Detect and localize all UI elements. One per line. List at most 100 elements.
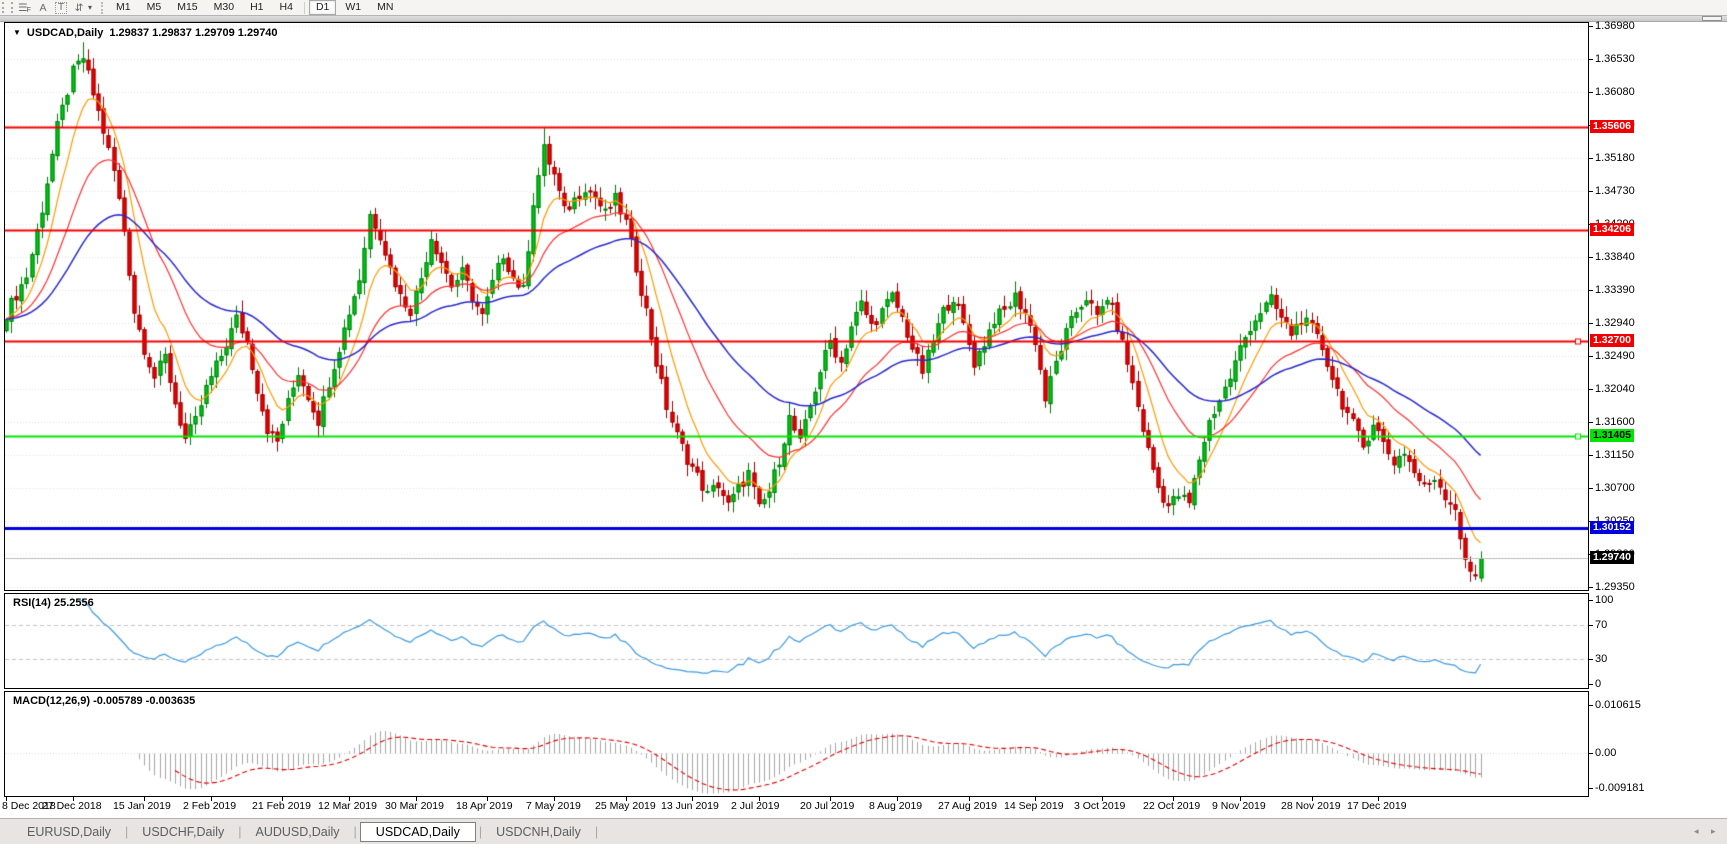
chart-title: ▼USDCAD,Daily1.29837 1.29837 1.29709 1.2… <box>13 27 278 39</box>
rsi-tick: 30 <box>1595 653 1607 666</box>
macd-tick: 0.010615 <box>1595 699 1641 712</box>
chart-symbol-period: USDCAD,Daily <box>27 27 103 39</box>
rsi-tick-tick <box>1589 684 1593 685</box>
rsi-tick-tick <box>1589 659 1593 660</box>
chart-tab-audusd[interactable]: AUDUSD,Daily <box>243 823 353 841</box>
macd-label: MACD(12,26,9) -0.005789 -0.003635 <box>13 695 195 707</box>
timeframe-button-m1[interactable]: M1 <box>109 0 138 15</box>
price-tick: 1.36530 <box>1595 53 1635 66</box>
text-tool-icon[interactable]: A <box>34 1 52 15</box>
toolbar-separator <box>304 2 305 14</box>
macd-tick-tick <box>1589 705 1593 706</box>
price-tick: 1.34730 <box>1595 185 1635 198</box>
price-tick: 1.36980 <box>1595 20 1635 33</box>
chart-scrollbar[interactable] <box>0 15 1727 22</box>
chart-scrollbar-thumb[interactable] <box>1702 16 1722 21</box>
rsi-tick-tick <box>1589 625 1593 626</box>
date-label: 12 Mar 2019 <box>318 800 377 812</box>
macd-tick-tick <box>1589 788 1593 789</box>
date-label: 27 Aug 2019 <box>938 800 997 812</box>
hline-price-label: 1.34206 <box>1590 223 1634 236</box>
price-chart-panel: ▼USDCAD,Daily1.29837 1.29837 1.29709 1.2… <box>4 22 1589 591</box>
price-tick: 1.33840 <box>1595 251 1635 264</box>
price-tick: 1.29350 <box>1595 581 1635 594</box>
fibonacci-tool-icon[interactable]: ☰F <box>16 1 34 15</box>
toolbar-grip[interactable] <box>2 2 13 13</box>
chart-tab-usdcad[interactable]: USDCAD,Daily <box>360 822 476 842</box>
price-tick-tick <box>1589 422 1593 423</box>
rsi-tick-tick <box>1589 600 1593 601</box>
hline-price-label: 1.30152 <box>1590 521 1634 534</box>
price-tick-tick <box>1589 158 1593 159</box>
chart-tab-usdchf[interactable]: USDCHF,Daily <box>129 823 237 841</box>
date-label: 20 Jul 2019 <box>800 800 854 812</box>
date-label: 2 Feb 2019 <box>183 800 236 812</box>
date-label: 9 Nov 2019 <box>1212 800 1266 812</box>
date-label: 2 Jul 2019 <box>731 800 779 812</box>
price-chart-canvas[interactable] <box>5 23 1588 590</box>
date-label: 28 Nov 2019 <box>1281 800 1341 812</box>
price-tick: 1.32040 <box>1595 383 1635 396</box>
price-tick-tick <box>1589 356 1593 357</box>
chart-tabs: EURUSD,Daily|USDCHF,Daily|AUDUSD,Daily|U… <box>14 822 599 842</box>
price-tick-tick <box>1589 59 1593 60</box>
hline-price-label: 1.35606 <box>1590 120 1634 133</box>
macd-tick-tick <box>1589 753 1593 754</box>
macd-canvas[interactable] <box>5 692 1588 796</box>
label-tool-icon[interactable]: T <box>52 1 70 15</box>
date-label: 8 Aug 2019 <box>869 800 922 812</box>
timeframe-button-m5[interactable]: M5 <box>140 0 169 15</box>
toolbar-separator <box>101 2 103 14</box>
date-label: 3 Oct 2019 <box>1074 800 1125 812</box>
timeframe-button-mn[interactable]: MN <box>370 0 400 15</box>
timeframe-button-w1[interactable]: W1 <box>338 0 368 15</box>
chart-collapse-icon[interactable]: ▼ <box>13 28 21 37</box>
date-label: 14 Sep 2019 <box>1004 800 1064 812</box>
tabs-scroll-right-icon[interactable]: ▸ <box>1711 826 1716 837</box>
date-label: 21 Feb 2019 <box>252 800 311 812</box>
tabs-scroll-left-icon[interactable]: ◂ <box>1694 826 1699 837</box>
rsi-canvas[interactable] <box>5 594 1588 688</box>
macd-tick: -0.009181 <box>1595 782 1645 795</box>
current-price-label: 1.29740 <box>1590 551 1634 564</box>
price-tick-tick <box>1589 257 1593 258</box>
date-label: 15 Jan 2019 <box>113 800 171 812</box>
date-label: 27 Dec 2018 <box>42 800 102 812</box>
mt4-terminal-window: { "toolbar": { "tools": [ {"id": "fibona… <box>0 0 1727 844</box>
price-tick: 1.36080 <box>1595 86 1635 99</box>
timeframe-button-h1[interactable]: H1 <box>243 0 270 15</box>
rsi-tick: 70 <box>1595 619 1607 632</box>
chart-tab-eurusd[interactable]: EURUSD,Daily <box>14 823 124 841</box>
chart-tab-bar: EURUSD,Daily|USDCHF,Daily|AUDUSD,Daily|U… <box>0 818 1727 844</box>
price-tick-tick <box>1589 587 1593 588</box>
price-tick-tick <box>1589 290 1593 291</box>
price-tick: 1.31150 <box>1595 449 1634 462</box>
timeframes-toolbar: M1M5M15M30H1H4 D1W1MN <box>108 0 401 15</box>
price-tick: 1.35180 <box>1595 152 1635 165</box>
price-tick: 1.31600 <box>1595 416 1635 429</box>
price-tick: 1.32940 <box>1595 317 1635 330</box>
macd-indicator-panel: MACD(12,26,9) -0.005789 -0.003635 <box>4 691 1589 797</box>
price-tick: 1.33390 <box>1595 284 1635 297</box>
timeframe-button-d1[interactable]: D1 <box>309 0 336 15</box>
timeframe-button-h4[interactable]: H4 <box>273 0 300 15</box>
price-tick-tick <box>1589 26 1593 27</box>
price-tick-tick <box>1589 455 1593 456</box>
timeframe-button-m30[interactable]: M30 <box>207 0 241 15</box>
price-tick-tick <box>1589 389 1593 390</box>
macd-tick: 0.00 <box>1595 747 1616 760</box>
price-tick-tick <box>1589 488 1593 489</box>
arrows-tool-icon[interactable]: ⇵ <box>70 1 88 15</box>
rsi-indicator-panel: RSI(14) 25.2556 <box>4 593 1589 689</box>
rsi-tick: 0 <box>1595 678 1601 691</box>
date-label: 22 Oct 2019 <box>1143 800 1200 812</box>
timeframe-button-m15[interactable]: M15 <box>170 0 204 15</box>
date-label: 25 May 2019 <box>595 800 656 812</box>
hline-price-label: 1.32700 <box>1590 334 1634 347</box>
arrows-dropdown-caret[interactable]: ▾ <box>88 3 92 12</box>
tab-separator: | <box>594 825 599 839</box>
top-toolbar: ☰FAT⇵ ▾ M1M5M15M30H1H4 D1W1MN <box>0 0 1727 15</box>
date-label: 30 Mar 2019 <box>385 800 444 812</box>
chart-tab-usdcnh[interactable]: USDCNH,Daily <box>483 823 594 841</box>
price-tick: 1.30700 <box>1595 482 1635 495</box>
